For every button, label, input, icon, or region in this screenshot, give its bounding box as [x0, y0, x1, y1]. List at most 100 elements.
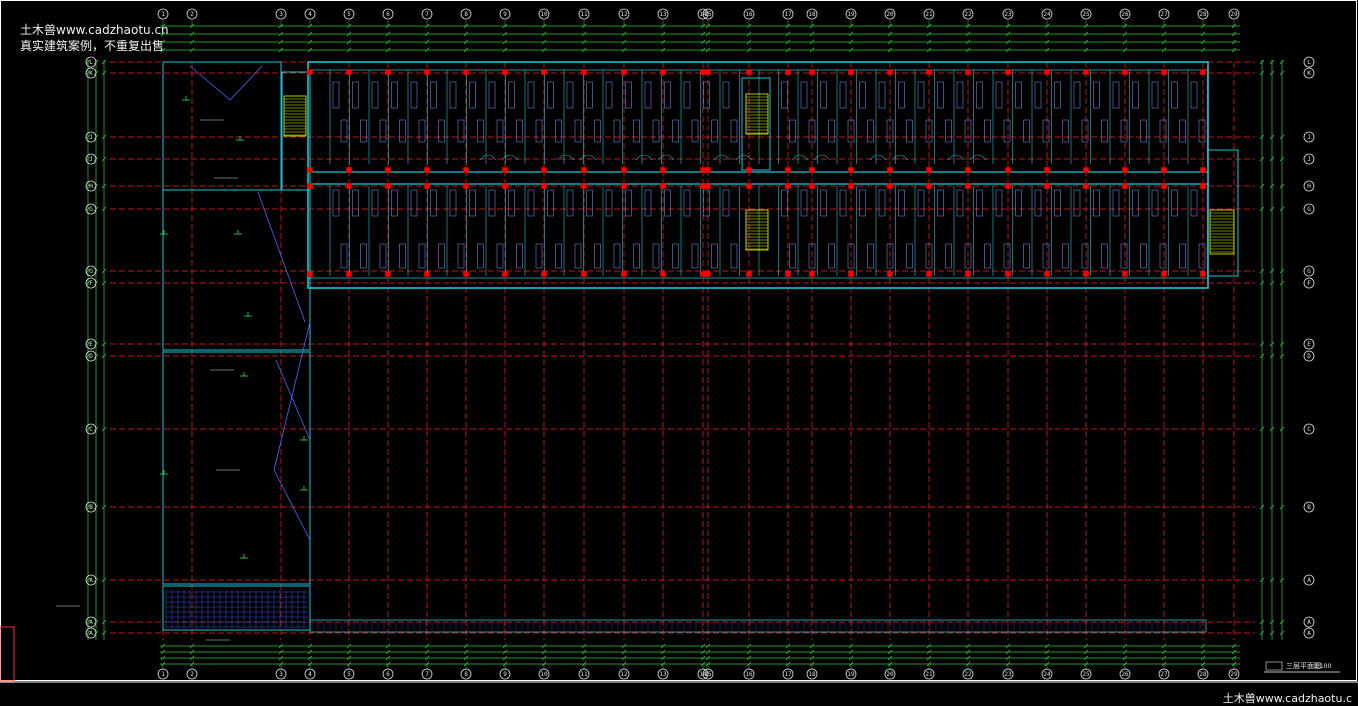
- grid-bubble-label: A: [89, 619, 93, 626]
- structural-column: [785, 271, 791, 277]
- structural-column: [1161, 167, 1167, 173]
- bed: [527, 189, 535, 217]
- structural-column: [887, 167, 893, 173]
- desk: [1179, 119, 1186, 143]
- bed: [1198, 243, 1206, 269]
- bed: [1081, 243, 1089, 269]
- bed: [683, 81, 691, 109]
- bed: [352, 81, 359, 109]
- bed: [1151, 81, 1159, 109]
- desk: [828, 119, 835, 143]
- watermark-footer: 土木兽www.cadzhaotu.c: [1222, 692, 1352, 705]
- bed: [703, 81, 710, 109]
- desk: [1198, 119, 1206, 143]
- structural-column: [1200, 271, 1206, 277]
- structural-column: [385, 69, 391, 75]
- structural-column: [926, 271, 932, 277]
- bed: [1151, 189, 1159, 217]
- grid-bubble-label: 15: [704, 11, 712, 18]
- bed: [547, 189, 554, 217]
- grid-bubble-label: 4: [308, 671, 312, 678]
- grid-bubble-label: B: [1307, 504, 1311, 511]
- grid-bubble-label: F: [89, 280, 93, 287]
- bed: [371, 189, 379, 217]
- axis-grid: [56, 61, 1255, 641]
- bed: [1003, 243, 1011, 269]
- desk: [379, 119, 387, 143]
- desk: [594, 119, 601, 143]
- structural-column: [700, 183, 706, 189]
- structural-column: [848, 271, 854, 277]
- bed: [1093, 189, 1100, 217]
- grid-bubble-label: 17: [784, 11, 792, 18]
- bed: [488, 189, 496, 217]
- structural-column: [1044, 183, 1050, 189]
- desk: [613, 119, 621, 143]
- bed: [995, 81, 1003, 109]
- grid-bubble-label: 3: [279, 11, 283, 18]
- structural-column: [621, 271, 627, 277]
- structural-column: [346, 167, 352, 173]
- bed: [555, 243, 562, 269]
- desk: [730, 119, 738, 143]
- structural-column: [809, 271, 815, 277]
- desk: [477, 119, 484, 143]
- grid-bubble-label: 18: [808, 671, 816, 678]
- grid-bubble-label: A: [89, 577, 93, 584]
- structural-column: [1161, 69, 1167, 75]
- desk: [691, 119, 699, 143]
- bed: [1190, 81, 1198, 109]
- desk: [418, 119, 426, 143]
- grid-bubble-label: G: [1307, 268, 1311, 275]
- grid-bubble-label: 27: [1160, 11, 1168, 18]
- drawing-title-block: 三层平面图 1:100: [1286, 662, 1331, 670]
- bed: [722, 189, 730, 217]
- structural-column: [463, 271, 469, 277]
- desk: [672, 119, 679, 143]
- grid-bubble-label: 29: [1230, 11, 1238, 18]
- bed: [430, 81, 437, 109]
- grid-bubble-label: 16: [745, 671, 753, 678]
- bed: [730, 243, 738, 269]
- bed: [820, 189, 827, 217]
- structural-column: [1044, 69, 1050, 75]
- bed: [1112, 81, 1120, 109]
- bed: [535, 243, 543, 269]
- grid-bubble-label: 2: [190, 11, 194, 18]
- grid-bubble-label: 23: [1004, 671, 1012, 678]
- desk: [1023, 119, 1030, 143]
- grid-bubble-label: C: [1307, 426, 1311, 433]
- grid-bubble-label: 16: [745, 11, 753, 18]
- structural-column: [809, 167, 815, 173]
- desk: [867, 119, 874, 143]
- grid-bubble-label: 21: [925, 11, 933, 18]
- grid-bubble-label: J: [1307, 156, 1311, 163]
- structural-column: [746, 271, 752, 277]
- bed: [340, 243, 348, 269]
- bed: [1179, 243, 1186, 269]
- annex-lower: [162, 351, 311, 585]
- structural-column: [581, 271, 587, 277]
- grid-bubble-label: A: [1307, 619, 1311, 626]
- grid-bubble-label: 6: [386, 671, 390, 678]
- cad-floor-plan-canvas[interactable]: 1122334455667788991010111112121313141415…: [0, 0, 1358, 706]
- grid-bubble-label: 25: [1082, 11, 1090, 18]
- structural-column: [700, 167, 706, 173]
- bed: [605, 189, 613, 217]
- structural-column: [965, 69, 971, 75]
- structural-column: [785, 69, 791, 75]
- grid-bubble-label: 22: [964, 671, 972, 678]
- grid-bubble-label: 19: [847, 11, 855, 18]
- grid-bubble-label: J: [89, 134, 93, 141]
- bed: [574, 243, 582, 269]
- walls: [162, 61, 1239, 633]
- structural-column: [1200, 69, 1206, 75]
- structural-column: [385, 167, 391, 173]
- bed: [1034, 189, 1042, 217]
- grid-bubble-label: K: [89, 70, 93, 77]
- bed: [449, 189, 457, 217]
- structural-column: [1083, 183, 1089, 189]
- bed: [516, 243, 523, 269]
- structural-column: [1005, 183, 1011, 189]
- grid-bubble-label: 1: [161, 671, 165, 678]
